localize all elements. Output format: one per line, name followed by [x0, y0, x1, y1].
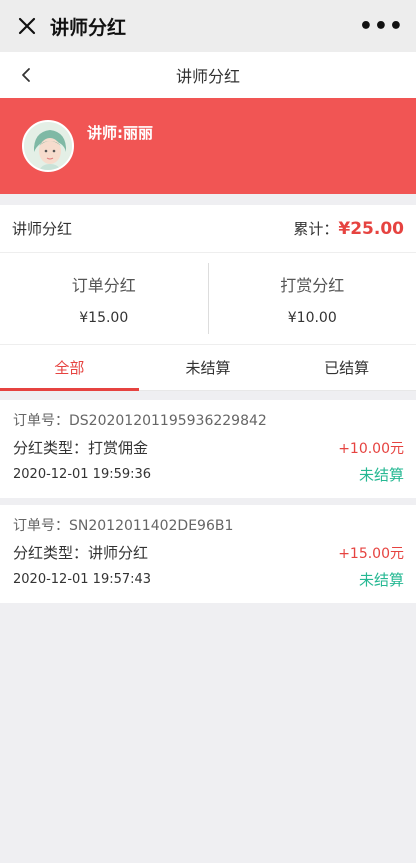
- total-value: ¥25.00: [338, 218, 404, 239]
- dividend-type: 分红类型：讲师分红: [13, 542, 148, 563]
- status-badge: 未结算: [358, 571, 404, 589]
- avatar: [22, 120, 74, 172]
- reward-earnings-label: 打赏分红: [280, 275, 345, 295]
- order-date: 2020-12-01 19:57:43: [13, 572, 152, 587]
- order-number-value: DS20201201195936229842: [69, 413, 267, 429]
- tab-unsettled[interactable]: 未结算: [139, 345, 278, 390]
- summary-label: 讲师分红: [12, 220, 73, 238]
- order-number-label: 订单号：: [13, 413, 69, 429]
- tab-settled[interactable]: 已结算: [277, 345, 416, 390]
- more-icon[interactable]: •••: [359, 14, 404, 39]
- list-item[interactable]: 订单号：SN2012011402DE96B1 分红类型：讲师分红 +15.00元…: [0, 505, 416, 603]
- wechat-title-bar: 讲师分红 •••: [0, 0, 416, 52]
- dividend-amount: +15.00元: [338, 545, 404, 562]
- dividend-amount: +10.00元: [338, 440, 404, 457]
- lecturer-banner: 讲师:丽丽: [0, 98, 416, 194]
- list-item[interactable]: 订单号：DS20201201195936229842 分红类型：打赏佣金 +10…: [0, 400, 416, 498]
- reward-earnings: 打赏分红 ¥10.00: [209, 253, 416, 344]
- total-label: 累计：: [293, 220, 339, 238]
- order-earnings-value: ¥15.00: [79, 309, 129, 326]
- divider: [0, 194, 416, 205]
- page-title: 讲师分红: [175, 67, 240, 86]
- dividend-type-value: 打赏佣金: [88, 439, 149, 457]
- wechat-title: 讲师分红: [50, 16, 127, 39]
- page-header: 讲师分红: [0, 52, 416, 98]
- status-badge: 未结算: [358, 466, 404, 484]
- back-icon[interactable]: [12, 61, 40, 89]
- dividend-type-value: 讲师分红: [88, 544, 149, 562]
- order-number: 订单号：SN2012011402DE96B1: [13, 513, 404, 539]
- reward-earnings-value: ¥10.00: [287, 309, 337, 326]
- dividend-type-label: 分红类型：: [13, 544, 89, 562]
- close-icon[interactable]: [12, 11, 42, 41]
- earnings-summary: 讲师分红 累计： ¥25.00: [0, 205, 416, 253]
- filter-tabs: 全部 未结算 已结算: [0, 345, 416, 391]
- order-earnings-label: 订单分红: [71, 275, 136, 295]
- order-number-value: SN2012011402DE96B1: [69, 518, 234, 534]
- divider: [0, 391, 416, 400]
- dividend-type-label: 分红类型：: [13, 439, 89, 457]
- earnings-breakdown: 订单分红 ¥15.00 打赏分红 ¥10.00: [0, 253, 416, 345]
- lecturer-name: 讲师:丽丽: [87, 124, 153, 142]
- order-number: 订单号：DS20201201195936229842: [13, 408, 404, 434]
- order-date: 2020-12-01 19:59:36: [13, 467, 152, 482]
- dividend-type: 分红类型：打赏佣金: [13, 437, 148, 458]
- tab-all[interactable]: 全部: [0, 345, 139, 391]
- order-number-label: 订单号：: [13, 518, 69, 534]
- order-earnings: 订单分红 ¥15.00: [0, 253, 208, 344]
